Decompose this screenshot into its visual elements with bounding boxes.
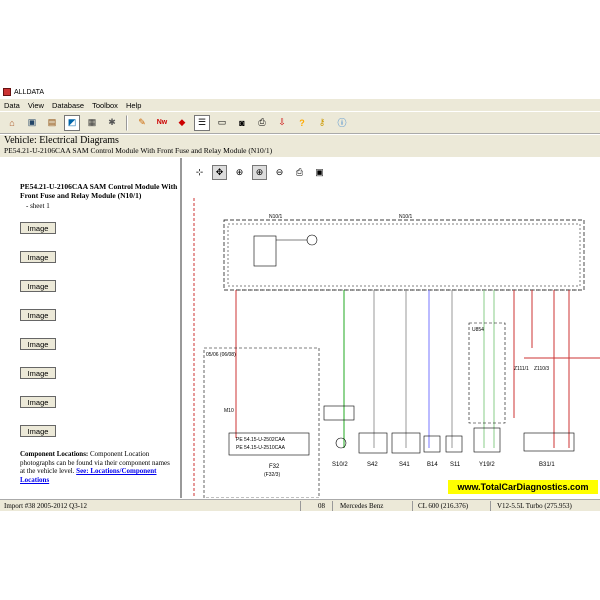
label-s42: S42 <box>367 462 378 468</box>
image-button[interactable]: Image <box>20 367 56 379</box>
ref-box-label: 05/06 (06/08) <box>206 352 236 358</box>
zoom-in-icon[interactable]: ⊕ <box>252 164 267 180</box>
status-model: CL 600 (216.376) <box>418 502 469 510</box>
title-bar: ALLDATA <box>0 86 600 98</box>
new-car-icon[interactable]: Nw <box>154 115 170 131</box>
label-s41: S41 <box>399 462 410 468</box>
status-divider <box>412 501 413 511</box>
status-year: 08 <box>318 502 325 510</box>
menu-view[interactable]: View <box>24 101 48 110</box>
diagram-pane: ⊹ ✥ ⊕ ⊕ ⊖ ⎙ ▣ N10/1 N10/1 U854 Z111/1 Z1… <box>184 158 600 498</box>
image-button[interactable]: Image <box>20 396 56 408</box>
status-import: Import #38 2005-2012 Q3-12 <box>4 502 88 510</box>
tsb-icon[interactable]: ▦ <box>84 115 100 131</box>
menu-bar: Data View Database Toolbox Help <box>0 99 600 111</box>
zoom-fit-icon[interactable]: ⊕ <box>232 165 247 180</box>
main-toolbar: ⌂ ▣ ▤ ◩ ▦ ✱ ✎ Nw ◆ ☰ ▭ ◙ ⎙ ⇩ ? ⚷ ⓘ <box>0 112 600 134</box>
list-icon[interactable]: ☰ <box>194 114 210 131</box>
watermark: www.TotalCarDiagnostics.com <box>448 480 598 494</box>
zoom-out-icon[interactable]: ⊖ <box>272 165 287 180</box>
home-icon[interactable]: ⌂ <box>4 115 20 131</box>
image-button[interactable]: Image <box>20 425 56 437</box>
car-icon[interactable]: ◆ <box>174 115 190 131</box>
label-b31-1: B31/1 <box>539 462 555 468</box>
fuse-label: F32 <box>269 464 280 470</box>
diagram-toolbar: ⊹ ✥ ⊕ ⊕ ⊖ ⎙ ▣ <box>192 162 327 182</box>
pan-icon[interactable]: ✥ <box>212 164 227 180</box>
status-divider <box>300 501 301 511</box>
status-divider <box>490 501 491 511</box>
menu-data[interactable]: Data <box>0 101 24 110</box>
label-z111: Z111/1 <box>514 366 529 372</box>
app-icon <box>3 88 11 96</box>
label-u854: U854 <box>472 327 484 333</box>
component-locations-note: Component Locations: Component Location … <box>20 450 175 484</box>
image-button[interactable]: Image <box>20 309 56 321</box>
image-button[interactable]: Image <box>20 222 56 234</box>
menu-database[interactable]: Database <box>48 101 88 110</box>
toolbar-separator <box>126 114 128 131</box>
status-bar: Import #38 2005-2012 Q3-12 08 Mercedes B… <box>0 499 600 511</box>
key-icon[interactable]: ⚷ <box>314 115 330 131</box>
image-button[interactable]: Image <box>20 251 56 263</box>
label-s10-2: S10/2 <box>332 462 348 468</box>
module-label-left: N10/1 <box>269 214 283 220</box>
book-icon[interactable]: ▤ <box>44 115 60 131</box>
select-icon[interactable]: ⊹ <box>192 165 207 180</box>
diagram-icon[interactable]: ◩ <box>64 114 80 131</box>
status-engine: V12-5.5L Turbo (275.953) <box>497 502 572 510</box>
label-b14: B14 <box>427 462 438 468</box>
module-label: N10/1 <box>399 214 413 220</box>
label-z110: Z110/3 <box>534 366 549 372</box>
tools-icon[interactable]: ✱ <box>104 115 120 131</box>
conn-m10-label: M10 <box>224 408 234 414</box>
menu-help[interactable]: Help <box>122 101 145 110</box>
label-y19-2: Y19/2 <box>479 462 495 468</box>
procedure-title: PE54.21-U-2106CAA SAM Control Module Wit… <box>20 182 178 200</box>
help-icon[interactable]: ? <box>294 115 310 131</box>
diagram-subtitle: PE54.21-U-2106CAA SAM Control Module Wit… <box>4 146 273 155</box>
wiring-diagram[interactable]: N10/1 N10/1 U854 Z111/1 Z110/3 05/06 (06… <box>184 198 600 498</box>
download-icon[interactable]: ⇩ <box>274 115 290 131</box>
component-locations-label: Component Locations: <box>20 450 89 458</box>
brush-icon[interactable]: ✎ <box>134 115 150 131</box>
image-button[interactable]: Image <box>20 280 56 292</box>
menu-toolbox[interactable]: Toolbox <box>88 101 122 110</box>
sheet-label: - sheet 1 <box>26 202 50 210</box>
print-icon[interactable]: ⎙ <box>254 115 270 131</box>
fuse-ref-label: (F32/3) <box>264 472 280 478</box>
vehicle-header: Vehicle: Electrical Diagrams PE54.21-U-2… <box>0 135 600 157</box>
info-icon[interactable]: ⓘ <box>334 115 350 131</box>
camera-icon[interactable]: ◙ <box>234 115 250 131</box>
window-icon[interactable]: ▭ <box>214 115 230 131</box>
vehicle-heading: Vehicle: Electrical Diagrams <box>4 135 119 146</box>
image-button[interactable]: Image <box>20 338 56 350</box>
status-make: Mercedes Benz <box>340 502 384 510</box>
window-title: ALLDATA <box>14 88 45 96</box>
left-pane: PE54.21-U-2106CAA SAM Control Module Wit… <box>2 158 182 498</box>
print-diagram-icon[interactable]: ⎙ <box>292 165 307 180</box>
pe-ref-2[interactable]: PE 54.15-U-2510CAA <box>236 445 286 451</box>
status-divider <box>332 501 333 511</box>
pe-ref-1[interactable]: PE 54.15-U-2502CAA <box>236 437 286 443</box>
save-diagram-icon[interactable]: ▣ <box>312 165 327 180</box>
label-s11: S11 <box>450 462 461 468</box>
vehicle-icon[interactable]: ▣ <box>24 115 40 131</box>
